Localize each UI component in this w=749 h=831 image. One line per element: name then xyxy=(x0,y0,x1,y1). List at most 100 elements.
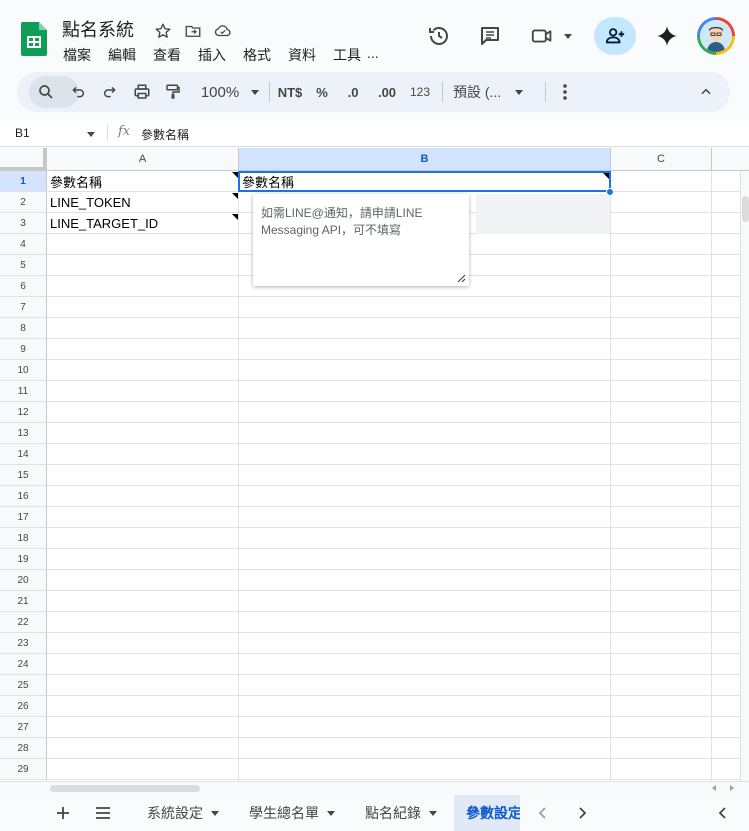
document-title[interactable]: 點名系統 xyxy=(62,16,134,42)
row-header[interactable]: 23 xyxy=(0,633,47,654)
horizontal-scroll-thumb[interactable] xyxy=(50,785,200,792)
cell-a3[interactable]: LINE_TARGET_ID xyxy=(47,213,238,234)
cell-a2[interactable]: LINE_TOKEN xyxy=(47,192,238,213)
sheet-tab-parameters[interactable]: 參數設定 xyxy=(454,795,520,831)
column-header-b[interactable]: B xyxy=(239,148,611,171)
percent-format-button[interactable]: % xyxy=(313,76,331,108)
paint-format-icon[interactable] xyxy=(162,76,184,108)
more-options-icon[interactable] xyxy=(555,76,575,108)
row-header[interactable]: 22 xyxy=(0,612,47,633)
chevron-down-icon[interactable] xyxy=(211,810,219,816)
scroll-tabs-right-icon[interactable] xyxy=(575,795,589,831)
menu-tools[interactable]: 工具 xyxy=(333,45,361,65)
row-header[interactable]: 5 xyxy=(0,255,47,276)
column-header-c[interactable]: C xyxy=(611,148,712,171)
increase-decimal-button[interactable]: .00 xyxy=(374,76,400,108)
row-header[interactable]: 16 xyxy=(0,486,47,507)
all-sheets-button[interactable] xyxy=(93,795,113,831)
row-header[interactable]: 25 xyxy=(0,675,47,696)
font-select[interactable]: 預設 (... xyxy=(453,76,535,108)
row-header[interactable]: 10 xyxy=(0,360,47,381)
row-header[interactable]: 19 xyxy=(0,549,47,570)
menu-format[interactable]: 格式 xyxy=(243,45,271,65)
chevron-down-icon[interactable] xyxy=(429,810,437,816)
horizontal-scrollbar[interactable] xyxy=(0,781,749,794)
collapse-sidebar-icon[interactable] xyxy=(716,795,730,831)
star-icon[interactable] xyxy=(152,20,174,42)
menu-view[interactable]: 查看 xyxy=(153,45,181,65)
sheets-logo-icon[interactable] xyxy=(21,22,47,56)
cell-a1[interactable]: 參數名稱 xyxy=(47,171,238,192)
account-avatar[interactable] xyxy=(697,17,735,55)
toolbar-divider xyxy=(442,82,443,102)
comments-icon[interactable] xyxy=(475,16,505,56)
scroll-right-arrow-icon[interactable] xyxy=(730,785,734,791)
menu-data[interactable]: 資料 xyxy=(288,45,316,65)
meet-video-button[interactable] xyxy=(527,16,575,56)
add-sheet-button[interactable] xyxy=(54,795,72,831)
row-header[interactable]: 2 xyxy=(0,192,47,213)
formula-input[interactable]: 參數名稱 xyxy=(141,126,189,143)
menu-insert[interactable]: 插入 xyxy=(198,45,226,65)
currency-format-button[interactable]: NT$ xyxy=(275,76,305,108)
row-header[interactable]: 7 xyxy=(0,297,47,318)
select-all-corner[interactable] xyxy=(0,148,47,171)
row-header[interactable]: 4 xyxy=(0,234,47,255)
menu-file[interactable]: 檔案 xyxy=(63,45,91,65)
name-box[interactable]: B1 xyxy=(15,126,30,140)
row-header[interactable]: 24 xyxy=(0,654,47,675)
menu-edit[interactable]: 編輯 xyxy=(108,45,136,65)
row-header[interactable]: 21 xyxy=(0,591,47,612)
menu-more[interactable]: ... xyxy=(367,45,379,65)
cloud-status-icon[interactable] xyxy=(212,20,234,42)
decrease-decimal-button[interactable]: .0 xyxy=(341,76,365,108)
gemini-sparkle-icon[interactable] xyxy=(652,16,682,56)
row-header[interactable]: 20 xyxy=(0,570,47,591)
row-line xyxy=(47,716,740,717)
row-header[interactable]: 26 xyxy=(0,696,47,717)
print-icon[interactable] xyxy=(131,76,153,108)
chevron-down-icon[interactable] xyxy=(87,132,95,137)
row-header[interactable]: 9 xyxy=(0,339,47,360)
formula-divider xyxy=(107,124,108,142)
row-header[interactable]: 12 xyxy=(0,402,47,423)
chevron-down-icon[interactable] xyxy=(327,810,335,816)
move-folder-icon[interactable] xyxy=(182,20,204,42)
row-header[interactable]: 27 xyxy=(0,717,47,738)
row-header[interactable]: 3 xyxy=(0,213,47,234)
scroll-left-arrow-icon[interactable] xyxy=(712,785,716,791)
fill-handle[interactable] xyxy=(606,188,614,196)
row-header[interactable]: 11 xyxy=(0,381,47,402)
row-header[interactable]: 17 xyxy=(0,507,47,528)
row-header[interactable]: 28 xyxy=(0,738,47,759)
share-button[interactable] xyxy=(594,17,636,55)
collapse-toolbar-icon[interactable] xyxy=(695,76,717,108)
vertical-scrollbar[interactable] xyxy=(740,171,749,781)
row-header[interactable]: 29 xyxy=(0,759,47,780)
redo-icon[interactable] xyxy=(99,76,121,108)
vertical-scroll-thumb[interactable] xyxy=(742,196,749,222)
number-format-button[interactable]: 123 xyxy=(407,76,433,108)
row-header[interactable]: 15 xyxy=(0,465,47,486)
scroll-tabs-left-icon[interactable] xyxy=(536,795,550,831)
version-history-icon[interactable] xyxy=(424,16,454,56)
row-header[interactable]: 13 xyxy=(0,423,47,444)
sheet-tab-system-settings[interactable]: 系統設定 xyxy=(147,795,219,831)
column-header-d[interactable] xyxy=(712,148,749,171)
row-header[interactable]: 18 xyxy=(0,528,47,549)
row-header[interactable]: 14 xyxy=(0,444,47,465)
row-header[interactable]: 8 xyxy=(0,318,47,339)
column-header-a[interactable]: A xyxy=(47,148,239,171)
undo-icon[interactable] xyxy=(67,76,89,108)
row-line xyxy=(47,737,740,738)
spreadsheet-grid[interactable]: A B C 1 2 3 4 5 6 7 8 9 10 11 12 13 14 15 16 17 18 19 20 21 2… xyxy=(0,148,749,781)
row-header[interactable]: 6 xyxy=(0,276,47,297)
zoom-select[interactable]: 100% xyxy=(195,76,265,108)
sheet-tab-student-roster[interactable]: 學生總名單 xyxy=(249,795,335,831)
sheet-tab-attendance-log[interactable]: 點名紀錄 xyxy=(365,795,437,831)
row-header[interactable]: 1 xyxy=(0,171,47,192)
resize-handle-icon[interactable] xyxy=(456,273,466,283)
cell-note-popup[interactable]: 如需LINE@通知，請申請LINE Messaging API，可不填寫 xyxy=(253,194,469,286)
note-text[interactable]: 如需LINE@通知，請申請LINE Messaging API，可不填寫 xyxy=(261,206,423,237)
column-line xyxy=(610,171,611,781)
